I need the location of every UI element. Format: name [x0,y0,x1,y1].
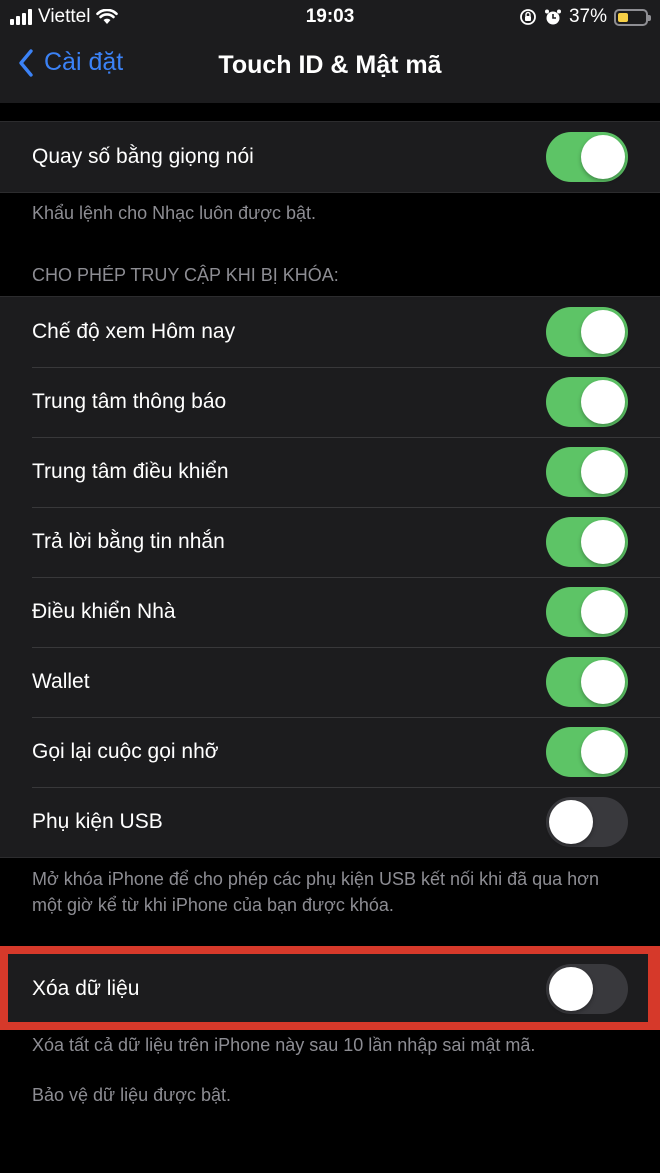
row-label: Gọi lại cuộc gọi nhỡ [32,740,219,763]
list-item-home-control: Điều khiển Nhà [0,577,660,647]
locked-access-group: Chế độ xem Hôm nay Trung tâm thông báo T… [0,296,660,858]
battery-percent: 37% [568,6,607,27]
voice-dial-footnote: Khẩu lệnh cho Nhạc luôn được bật. [32,203,317,223]
row-label: Điều khiển Nhà [32,600,176,623]
voice-dial-label: Quay số bằng giọng nói [32,145,254,168]
top-bar: Viettel 19:03 37% Cài đặt Touch ID & Mật… [0,0,660,103]
toggle-knob [581,380,625,424]
toggle-knob [581,450,625,494]
usb-footnote: Mở khóa iPhone để cho phép các phụ kiện … [32,869,599,915]
wallet-toggle[interactable] [546,657,628,707]
row-label: Wallet [32,670,90,693]
row-label: Chế độ xem Hôm nay [32,320,236,343]
list-item-today-view: Chế độ xem Hôm nay [0,297,660,367]
home-control-toggle[interactable] [546,587,628,637]
erase-data-footnote: Xóa tất cả dữ liệu trên iPhone này sau 1… [32,1035,536,1055]
voice-dial-row: Quay số bằng giọng nói [0,122,660,192]
erase-data-group: Xóa dữ liệu [0,953,660,1025]
row-label: Trung tâm thông báo [32,390,227,413]
status-bar: Viettel 19:03 37% [0,0,660,34]
list-item-return-missed-calls: Gọi lại cuộc gọi nhỡ [0,717,660,787]
erase-data-label: Xóa dữ liệu [32,977,140,1000]
toggle-knob [549,967,593,1011]
erase-data-row: Xóa dữ liệu [0,954,660,1024]
row-label: Trả lời bằng tin nhắn [32,530,225,553]
row-label: Trung tâm điều khiển [32,460,229,483]
locked-access-header: CHO PHÉP TRUY CẬP KHI BỊ KHÓA: [32,265,339,285]
usb-accessories-toggle[interactable] [546,797,628,847]
notification-center-toggle[interactable] [546,377,628,427]
toggle-knob [581,730,625,774]
voice-dial-toggle[interactable] [546,132,628,182]
toggle-knob [549,800,593,844]
battery-fill [618,12,628,22]
battery-icon [614,8,651,26]
toggle-knob [581,310,625,354]
page-title: Touch ID & Mật mã [218,51,442,79]
return-missed-calls-toggle[interactable] [546,727,628,777]
data-protection-footnote: Bảo vệ dữ liệu được bật. [32,1085,232,1105]
list-item-reply-with-message: Trả lời bằng tin nhắn [0,507,660,577]
voice-dial-group: Quay số bằng giọng nói [0,121,660,193]
today-view-toggle[interactable] [546,307,628,357]
toggle-knob [581,135,625,179]
list-item-control-center: Trung tâm điều khiển [0,437,660,507]
alarm-icon [544,9,561,25]
rotation-lock-icon [520,9,536,25]
toggle-knob [581,660,625,704]
list-item-usb-accessories: Phụ kiện USB [0,787,660,857]
navigation-bar: Cài đặt Touch ID & Mật mã [0,34,660,103]
list-item-wallet: Wallet [0,647,660,717]
toggle-knob [581,590,625,634]
control-center-toggle[interactable] [546,447,628,497]
reply-with-message-toggle[interactable] [546,517,628,567]
toggle-knob [581,520,625,564]
erase-data-toggle[interactable] [546,964,628,1014]
list-item-notification-center: Trung tâm thông báo [0,367,660,437]
row-label: Phụ kiện USB [32,810,163,833]
